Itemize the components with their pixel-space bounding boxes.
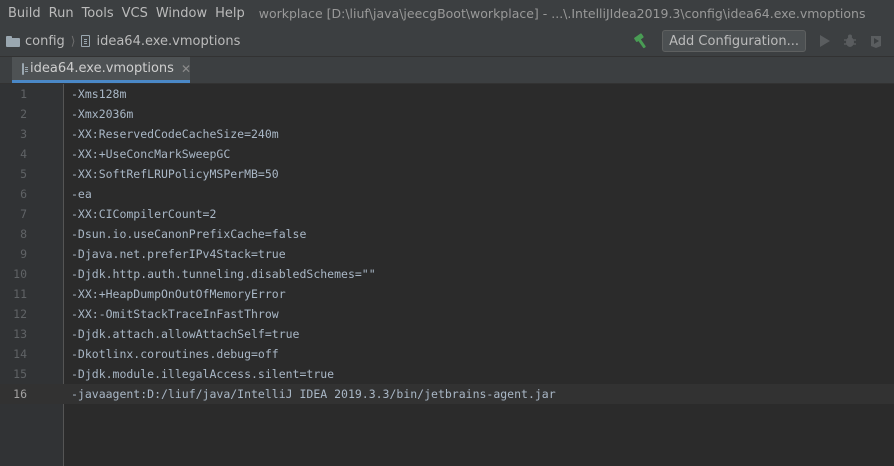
line-number: 12 bbox=[13, 307, 27, 321]
line-number: 4 bbox=[20, 147, 27, 161]
line-text: -XX:CICompilerCount=2 bbox=[71, 207, 217, 221]
line-number: 2 bbox=[20, 107, 27, 121]
menu-build[interactable]: Build bbox=[0, 6, 45, 21]
line-text: -XX:+HeapDumpOnOutOfMemoryError bbox=[71, 287, 286, 301]
hammer-icon[interactable] bbox=[632, 32, 650, 50]
line-text: -ea bbox=[71, 187, 92, 201]
line-number: 6 bbox=[20, 187, 27, 201]
line-text: -Djdk.module.illegalAccess.silent=true bbox=[71, 367, 335, 381]
line-number: 16 bbox=[13, 387, 27, 401]
code-line: 1 -Xms128m bbox=[0, 84, 894, 104]
line-text: -Djava.net.preferIPv4Stack=true bbox=[71, 247, 286, 261]
toolbar-right: Add Configuration... bbox=[632, 26, 894, 56]
line-text: -XX:+UseConcMarkSweepGC bbox=[71, 147, 231, 161]
line-text: -Xmx2036m bbox=[71, 107, 134, 121]
editor-tab-bar: idea64.exe.vmoptions ✕ bbox=[0, 57, 894, 84]
add-configuration-button[interactable]: Add Configuration... bbox=[662, 30, 806, 52]
menu-window[interactable]: Window bbox=[152, 6, 211, 21]
line-text: -XX:-OmitStackTraceInFastThrow bbox=[71, 307, 279, 321]
line-text: -Dsun.io.useCanonPrefixCache=false bbox=[71, 227, 307, 241]
line-text: -Dkotlinx.coroutines.debug=off bbox=[71, 347, 279, 361]
line-text: -Xms128m bbox=[71, 87, 127, 101]
tab-idea64-vmoptions[interactable]: idea64.exe.vmoptions ✕ bbox=[12, 57, 191, 83]
line-number: 9 bbox=[20, 247, 27, 261]
breadcrumb-folder-label: config bbox=[25, 33, 65, 49]
line-text: -Djdk.attach.allowAttachSelf=true bbox=[71, 327, 300, 341]
close-icon[interactable]: ✕ bbox=[181, 62, 191, 76]
folder-icon bbox=[6, 35, 20, 47]
line-number: 8 bbox=[20, 227, 27, 241]
debug-icon[interactable] bbox=[842, 33, 858, 49]
window-title: workplace [D:\liuf\java\jeecgBoot\workpl… bbox=[258, 5, 866, 21]
code-line: 8 -Dsun.io.useCanonPrefixCache=false bbox=[0, 224, 894, 244]
line-number: 15 bbox=[13, 367, 27, 381]
code-line: 14 -Dkotlinx.coroutines.debug=off bbox=[0, 344, 894, 364]
code-line: 13 -Djdk.attach.allowAttachSelf=true bbox=[0, 324, 894, 344]
menu-run[interactable]: Run bbox=[45, 6, 78, 21]
line-text: -XX:ReservedCodeCacheSize=240m bbox=[71, 127, 279, 141]
code-line: 12 -XX:-OmitStackTraceInFastThrow bbox=[0, 304, 894, 324]
line-number: 14 bbox=[13, 347, 27, 361]
line-number: 10 bbox=[13, 267, 27, 281]
menu-tools[interactable]: Tools bbox=[78, 6, 118, 21]
line-number: 3 bbox=[20, 127, 27, 141]
line-number: 5 bbox=[20, 167, 27, 181]
line-text: -javaagent:D:/liuf/java/IntelliJ IDEA 20… bbox=[71, 387, 556, 401]
breadcrumb-separator-icon: ⟩ bbox=[70, 34, 76, 48]
breadcrumb-folder[interactable]: config bbox=[6, 34, 65, 49]
code-line: 3 -XX:ReservedCodeCacheSize=240m bbox=[0, 124, 894, 144]
code-line: 9 -Djava.net.preferIPv4Stack=true bbox=[0, 244, 894, 264]
code-line: 11 -XX:+HeapDumpOnOutOfMemoryError bbox=[0, 284, 894, 304]
breadcrumb-file-label: idea64.exe.vmoptions bbox=[96, 33, 241, 49]
navigation-bar: config ⟩ idea64.exe.vmoptions Add Config… bbox=[0, 26, 894, 57]
tab-label: idea64.exe.vmoptions bbox=[30, 61, 174, 76]
code-line: 15 -Djdk.module.illegalAccess.silent=tru… bbox=[0, 364, 894, 384]
code-line: 7 -XX:CICompilerCount=2 bbox=[0, 204, 894, 224]
coverage-icon[interactable] bbox=[868, 33, 884, 49]
code-line: 5 -XX:SoftRefLRUPolicyMSPerMB=50 bbox=[0, 164, 894, 184]
menu-help[interactable]: Help bbox=[211, 6, 249, 21]
run-icon[interactable] bbox=[816, 33, 832, 49]
code-line: 4 -XX:+UseConcMarkSweepGC bbox=[0, 144, 894, 164]
code-line-current: 16 -javaagent:D:/liuf/java/IntelliJ IDEA… bbox=[0, 384, 894, 404]
code-line: 6 -ea bbox=[0, 184, 894, 204]
code-line: 10 -Djdk.http.auth.tunneling.disabledSch… bbox=[0, 264, 894, 284]
menu-bar: Build Run Tools VCS Window Help workplac… bbox=[0, 0, 894, 26]
line-number: 13 bbox=[13, 327, 27, 341]
line-text: -XX:SoftRefLRUPolicyMSPerMB=50 bbox=[71, 167, 279, 181]
breadcrumb-file[interactable]: idea64.exe.vmoptions bbox=[81, 34, 240, 49]
file-icon bbox=[81, 35, 91, 47]
line-number: 11 bbox=[13, 287, 27, 301]
line-text: -Djdk.http.auth.tunneling.disabledScheme… bbox=[71, 267, 376, 281]
line-number: 1 bbox=[20, 87, 27, 101]
code-line: 2 -Xmx2036m bbox=[0, 104, 894, 124]
menu-vcs[interactable]: VCS bbox=[118, 6, 152, 21]
code-editor[interactable]: 1 -Xms128m 2 -Xmx2036m 3 -XX:ReservedCod… bbox=[0, 84, 894, 466]
line-number: 7 bbox=[20, 207, 27, 221]
file-icon bbox=[22, 62, 28, 75]
ide-window: Build Run Tools VCS Window Help workplac… bbox=[0, 0, 894, 466]
